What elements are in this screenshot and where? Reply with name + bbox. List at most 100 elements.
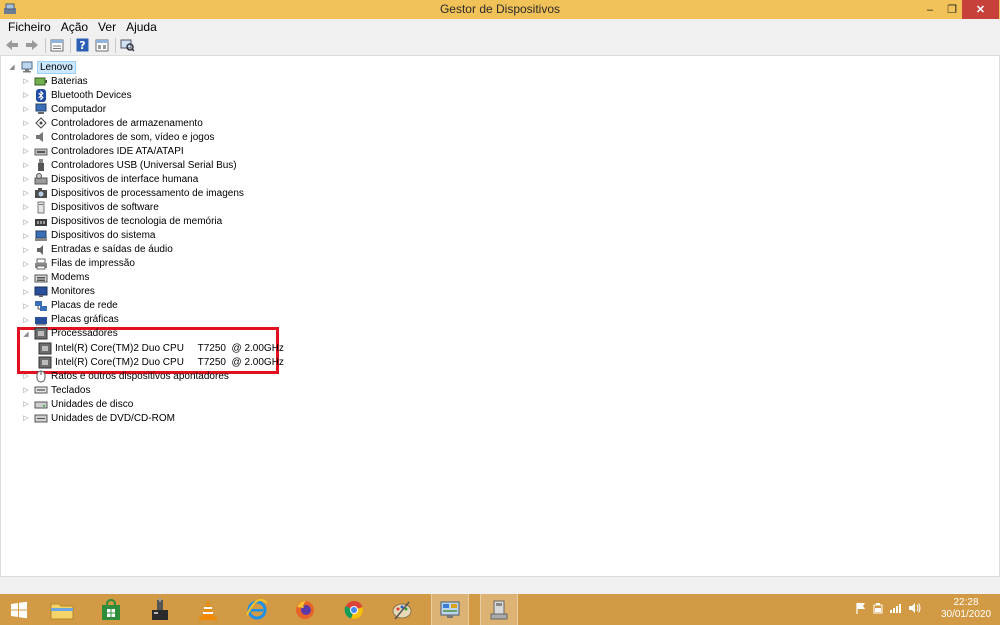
tree-category-row[interactable]: ▷ Unidades de DVD/CD-ROM — [21, 411, 175, 425]
tree-category-row[interactable]: ▷ Ratos e outros dispositivos apontadores — [21, 369, 229, 383]
expand-arrow-icon[interactable]: ▷ — [21, 316, 31, 324]
start-button[interactable] — [0, 594, 38, 625]
tree-category-row[interactable]: ▷ Teclados — [21, 383, 90, 397]
tree-category-row[interactable]: ▷ Filas de impressão — [21, 257, 135, 271]
tree-category-row[interactable]: ▷ Dispositivos de interface humana — [21, 172, 198, 186]
collapse-arrow-icon[interactable]: ◢ — [21, 330, 31, 338]
expand-arrow-icon[interactable]: ▷ — [21, 386, 31, 394]
tree-category-row[interactable]: ▷ Unidades de disco — [21, 397, 133, 411]
device-manager-taskbar-button[interactable] — [480, 594, 518, 625]
tool-app-taskbar-button[interactable] — [141, 594, 179, 625]
tree-category-row[interactable]: ▷ Monitores — [21, 285, 95, 299]
tree-category-label: Filas de impressão — [51, 258, 135, 270]
minimize-button[interactable]: – — [917, 0, 943, 19]
expand-arrow-icon[interactable]: ▷ — [21, 302, 31, 310]
taskbar-clock[interactable]: 22:28 30/01/2020 — [934, 597, 998, 621]
tree-category-label: Computador — [51, 103, 107, 115]
expand-arrow-icon[interactable]: ▷ — [21, 203, 31, 211]
device-tree: ◢ Lenovo ▷ Baterias ▷ Bluetooth Devices ▷ Com… — [0, 56, 1000, 576]
device-manager-icon — [490, 600, 508, 619]
vlc-cone-icon — [199, 599, 217, 620]
maximize-button[interactable]: ❐ — [943, 0, 961, 19]
details-view-icon[interactable] — [94, 37, 110, 53]
control-panel-taskbar-button[interactable] — [431, 594, 469, 625]
tree-category-row[interactable]: ▷ Controladores IDE ATA/ATAPI — [21, 144, 183, 158]
expand-arrow-icon[interactable]: ▷ — [21, 133, 31, 141]
tree-category-label: Entradas e saídas de áudio — [51, 244, 173, 256]
expand-arrow-icon[interactable]: ▷ — [21, 274, 31, 282]
expand-arrow-icon[interactable]: ▷ — [21, 119, 31, 127]
tree-category-label: Unidades de disco — [51, 398, 134, 410]
expand-arrow-icon[interactable]: ▷ — [21, 232, 31, 240]
tree-category-row[interactable]: ▷ Dispositivos de tecnologia de memória — [21, 215, 222, 229]
chrome-icon — [344, 600, 364, 619]
tree-device-row[interactable]: Intel(R) Core(TM)2 Duo CPU T7250 @ 2.00G… — [35, 355, 284, 369]
status-bar — [0, 576, 1000, 594]
tree-category-row[interactable]: ▷ Baterias — [21, 74, 87, 88]
expand-arrow-icon[interactable]: ▷ — [21, 400, 31, 408]
expand-arrow-icon[interactable]: ▷ — [21, 147, 31, 155]
tree-category-row[interactable]: ▷ Dispositivos de software — [21, 200, 159, 214]
forward-icon[interactable] — [24, 37, 40, 53]
chrome-taskbar-button[interactable] — [335, 594, 373, 625]
tree-category-row[interactable]: ▷ Dispositivos de processamento de imagen… — [21, 186, 244, 200]
expand-arrow-icon[interactable]: ▷ — [21, 77, 31, 85]
tree-category-row[interactable]: ▷ Placas gráficas — [21, 313, 119, 327]
tree-category-row[interactable]: ▷ Controladores de armazenamento — [21, 116, 203, 130]
menu-view[interactable]: Ver — [98, 20, 116, 34]
tree-category-row[interactable]: ▷ Modems — [21, 271, 89, 285]
tree-category-row[interactable]: ▷ Entradas e saídas de áudio — [21, 243, 173, 257]
computer-icon — [34, 103, 48, 115]
tree-category-row[interactable]: ▷ Dispositivos do sistema — [21, 229, 155, 243]
scan-hardware-icon[interactable] — [119, 37, 135, 53]
expand-arrow-icon[interactable]: ▷ — [21, 161, 31, 169]
paint-taskbar-button[interactable] — [383, 594, 421, 625]
internet-explorer-taskbar-button[interactable] — [238, 594, 276, 625]
system-tray — [855, 594, 922, 625]
close-button[interactable]: ✕ — [962, 0, 999, 19]
expand-arrow-icon[interactable]: ▷ — [21, 218, 31, 226]
store-icon — [102, 598, 120, 620]
expand-arrow-icon[interactable]: ▷ — [21, 189, 31, 197]
help-icon[interactable]: ? — [74, 37, 90, 53]
volume-icon[interactable] — [908, 602, 922, 617]
expand-arrow-icon[interactable]: ▷ — [21, 414, 31, 422]
tree-category-label: Dispositivos de interface humana — [51, 173, 199, 185]
tree-category-row[interactable]: ▷ Bluetooth Devices — [21, 88, 132, 102]
vlc-taskbar-button[interactable] — [189, 594, 227, 625]
firefox-taskbar-button[interactable] — [286, 594, 324, 625]
tree-category-label: Monitores — [51, 286, 95, 298]
menu-file[interactable]: Ficheiro — [8, 20, 51, 34]
processor-icon — [38, 356, 52, 368]
action-center-flag-icon[interactable] — [855, 602, 867, 617]
menu-action[interactable]: Ação — [61, 20, 88, 34]
internet-explorer-icon — [246, 598, 268, 619]
store-taskbar-button[interactable] — [92, 594, 130, 625]
power-battery-icon[interactable] — [872, 602, 884, 617]
expand-arrow-icon[interactable]: ▷ — [21, 105, 31, 113]
expand-arrow-icon[interactable]: ▷ — [21, 288, 31, 296]
folder-icon — [50, 603, 74, 619]
expand-arrow-icon[interactable]: ▷ — [21, 91, 31, 99]
ide-controller-icon — [34, 145, 48, 157]
tree-category-row[interactable]: ▷ Computador — [21, 102, 106, 116]
back-icon[interactable] — [4, 37, 20, 53]
tree-category-row[interactable]: ▷ Controladores de som, vídeo e jogos — [21, 130, 214, 144]
menu-help[interactable]: Ajuda — [126, 20, 157, 34]
tree-root[interactable]: ◢ Lenovo — [7, 60, 76, 74]
expand-arrow-icon[interactable]: ▷ — [21, 175, 31, 183]
expand-arrow-icon[interactable]: ▷ — [21, 260, 31, 268]
clock-date: 30/01/2020 — [940, 609, 992, 620]
expand-arrow-icon[interactable]: ▷ — [21, 246, 31, 254]
properties-view-icon[interactable] — [49, 37, 65, 53]
collapse-arrow-icon[interactable]: ◢ — [7, 63, 17, 71]
control-panel-icon — [440, 601, 460, 618]
tree-device-row[interactable]: Intel(R) Core(TM)2 Duo CPU T7250 @ 2.00G… — [35, 341, 284, 355]
tree-category-row[interactable]: ▷ Placas de rede — [21, 299, 117, 313]
expand-arrow-icon[interactable]: ▷ — [21, 372, 31, 380]
tree-category-row[interactable]: ◢ Processadores — [21, 327, 118, 341]
tree-category-row[interactable]: ▷ Controladores USB (Universal Serial Bus… — [21, 158, 237, 172]
network-signal-icon[interactable] — [889, 602, 903, 617]
file-explorer-taskbar-button[interactable] — [43, 594, 81, 625]
tool-app-icon — [152, 597, 168, 620]
